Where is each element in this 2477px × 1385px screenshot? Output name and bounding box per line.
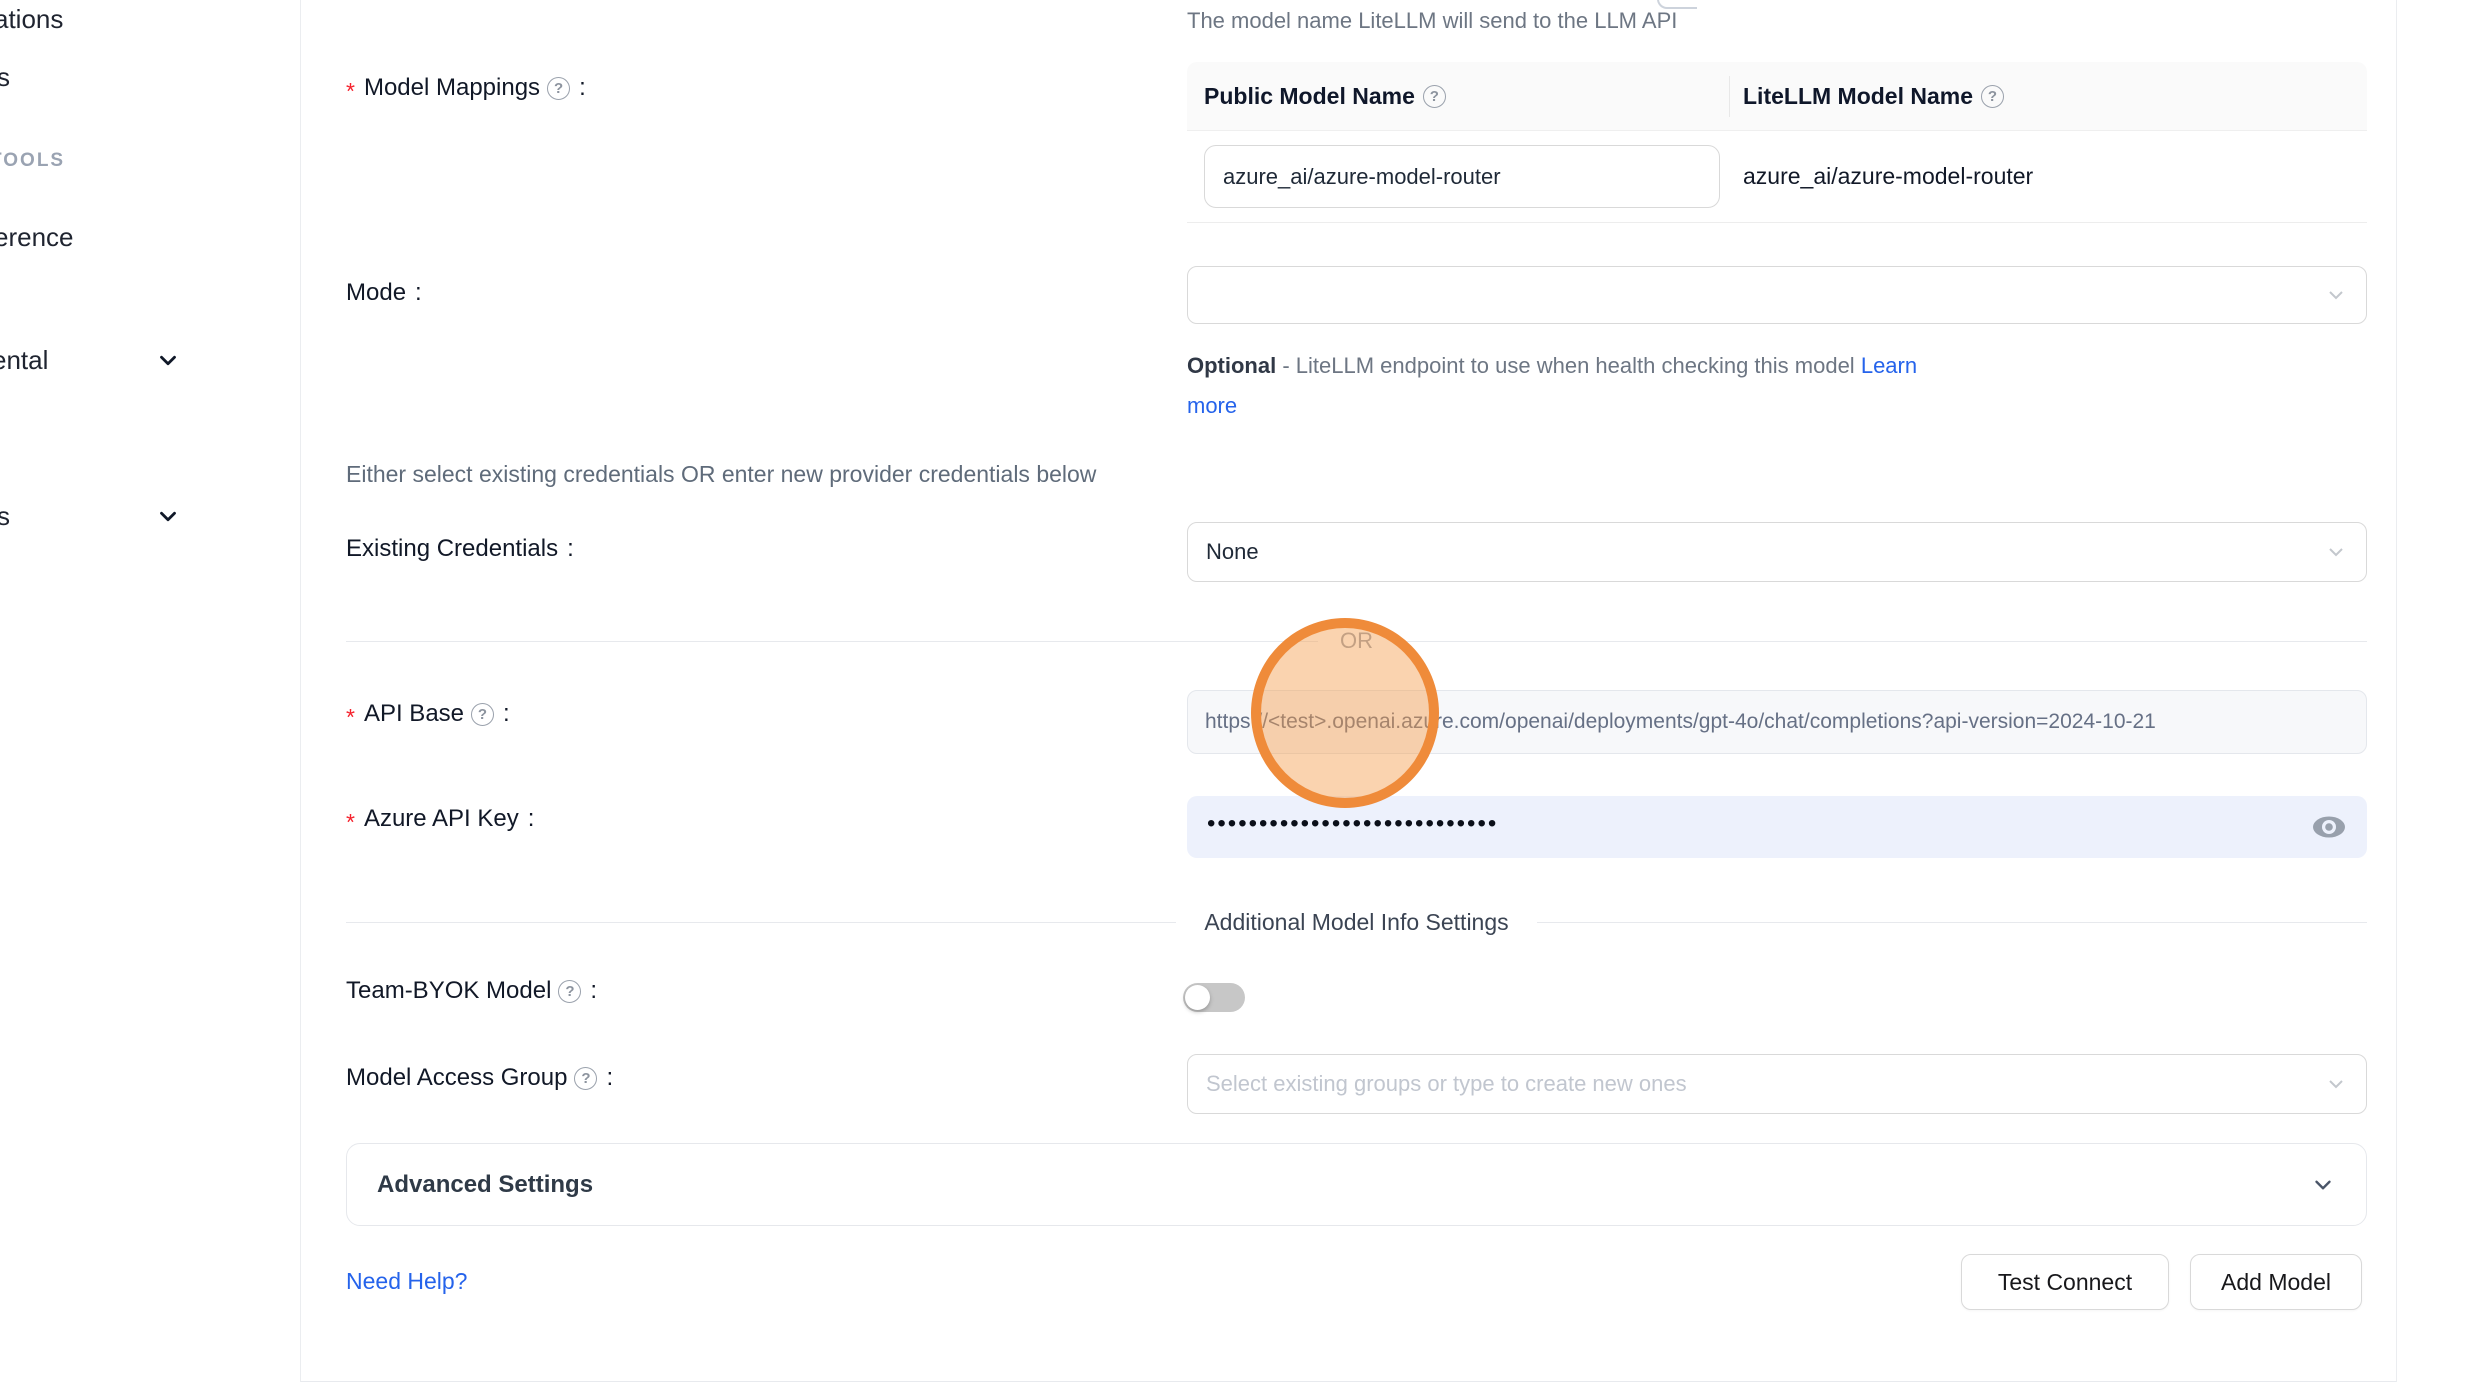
chevron-down-icon bbox=[2324, 540, 2348, 564]
model-access-group-label: Model Access Group ? : bbox=[346, 1064, 613, 1092]
existing-credentials-label: Existing Credentials : bbox=[346, 535, 574, 563]
column-divider bbox=[1729, 76, 1730, 117]
team-byok-label: Team-BYOK Model ? : bbox=[346, 977, 597, 1005]
learn-more-link[interactable]: Learn bbox=[1861, 353, 1917, 378]
add-model-form: The model name LiteLLM will send to the … bbox=[300, 0, 2397, 1382]
existing-credentials-value: None bbox=[1206, 539, 1259, 565]
api-base-label: * API Base ? : bbox=[346, 700, 510, 728]
model-access-group-select[interactable]: Select existing groups or type to create… bbox=[1187, 1054, 2367, 1114]
api-base-input[interactable]: https://<test>.openai.azure.com/openai/d… bbox=[1187, 690, 2367, 754]
question-circle-icon[interactable]: ? bbox=[1981, 85, 2004, 108]
chevron-down-icon[interactable] bbox=[155, 347, 181, 373]
additional-settings-divider-label: Additional Model Info Settings bbox=[1176, 909, 1536, 936]
model-access-group-placeholder: Select existing groups or type to create… bbox=[1206, 1071, 1687, 1097]
question-circle-icon[interactable]: ? bbox=[558, 980, 581, 1003]
mode-select[interactable] bbox=[1187, 266, 2367, 324]
litellm-model-name-value: azure_ai/azure-model-router bbox=[1743, 145, 2033, 208]
public-model-name-input[interactable] bbox=[1204, 145, 1720, 208]
advanced-settings-panel[interactable]: Advanced Settings bbox=[346, 1143, 2367, 1226]
eye-icon[interactable] bbox=[2311, 814, 2347, 840]
need-help-link[interactable]: Need Help? bbox=[346, 1268, 467, 1295]
or-divider: OR bbox=[346, 627, 2367, 655]
masked-password-value: •••••••••••••••••••••••••••• bbox=[1207, 810, 1498, 838]
azure-api-key-input[interactable]: •••••••••••••••••••••••••••• bbox=[1187, 796, 2367, 858]
toggle-knob bbox=[1185, 985, 1210, 1010]
model-name-help-text: The model name LiteLLM will send to the … bbox=[1187, 8, 1677, 34]
chevron-down-icon bbox=[2324, 1072, 2348, 1096]
existing-credentials-select[interactable]: None bbox=[1187, 522, 2367, 582]
model-mappings-label: * Model Mappings ? : bbox=[346, 74, 586, 102]
mode-help-text: Optional - LiteLLM endpoint to use when … bbox=[1187, 346, 2027, 426]
or-divider-label: OR bbox=[1318, 628, 1395, 654]
required-asterisk: * bbox=[346, 704, 355, 731]
credentials-note: Either select existing credentials OR en… bbox=[346, 461, 1096, 488]
sidebar-item-s[interactable]: s bbox=[0, 62, 10, 93]
question-circle-icon[interactable]: ? bbox=[547, 77, 570, 100]
team-byok-toggle[interactable] bbox=[1183, 983, 1245, 1012]
chevron-down-icon[interactable] bbox=[155, 503, 181, 529]
additional-settings-divider: Additional Model Info Settings bbox=[346, 908, 2367, 936]
question-circle-icon[interactable]: ? bbox=[471, 703, 494, 726]
add-model-button[interactable]: Add Model bbox=[2190, 1254, 2362, 1310]
table-header-litellm-model: LiteLLM Model Name ? bbox=[1743, 62, 2004, 131]
required-asterisk: * bbox=[346, 78, 355, 105]
advanced-settings-label: Advanced Settings bbox=[377, 1171, 593, 1199]
required-asterisk: * bbox=[346, 809, 355, 836]
chevron-down-icon bbox=[2310, 1172, 2336, 1198]
test-connect-button[interactable]: Test Connect bbox=[1961, 1254, 2169, 1310]
sidebar-item-ental[interactable]: ental bbox=[0, 345, 48, 376]
sidebar-item-erence[interactable]: erence bbox=[0, 222, 74, 253]
model-mappings-table: Public Model Name ? LiteLLM Model Name ?… bbox=[1187, 62, 2367, 223]
table-header-public-model: Public Model Name ? bbox=[1204, 62, 1446, 131]
azure-api-key-label: * Azure API Key : bbox=[346, 805, 534, 833]
mode-label: Mode : bbox=[346, 279, 422, 307]
sidebar-item-ations[interactable]: ations bbox=[0, 4, 63, 35]
sidebar: ations s TOOLS erence ental s bbox=[0, 0, 300, 1385]
sidebar-section-tools: TOOLS bbox=[0, 150, 65, 172]
learn-more-link[interactable]: more bbox=[1187, 393, 1237, 418]
question-circle-icon[interactable]: ? bbox=[1423, 85, 1446, 108]
chevron-down-icon bbox=[2324, 283, 2348, 307]
question-circle-icon[interactable]: ? bbox=[574, 1067, 597, 1090]
litellm-add-model-screen: ations s TOOLS erence ental s The model … bbox=[0, 0, 2477, 1385]
sidebar-item-s2[interactable]: s bbox=[0, 501, 10, 532]
